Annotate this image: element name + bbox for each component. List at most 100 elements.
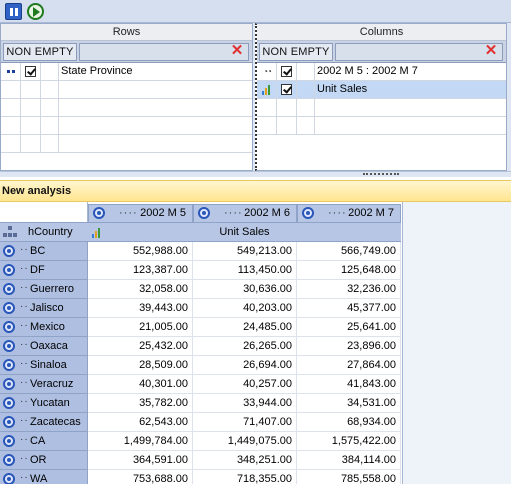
- row-header[interactable]: ·· DF: [0, 261, 88, 280]
- rows-item[interactable]: State Province: [1, 63, 252, 81]
- table-cell[interactable]: 364,591.00: [88, 451, 193, 470]
- table-cell[interactable]: 25,641.00: [297, 318, 401, 337]
- column-header[interactable]: ···· 2002 M 6: [193, 204, 297, 222]
- table-cell[interactable]: 45,377.00: [297, 299, 401, 318]
- drill-icon[interactable]: [93, 207, 105, 219]
- row-header[interactable]: ·· Jalisco: [0, 299, 88, 318]
- columns-filter-field[interactable]: [335, 43, 503, 61]
- rows-filter-field[interactable]: [79, 43, 249, 61]
- table-row: ·· Sinaloa 28,509.00 26,694.00 27,864.00: [0, 356, 402, 375]
- columns-item[interactable]: Unit Sales: [257, 81, 506, 99]
- hierarchy-header[interactable]: hCountry: [0, 222, 88, 242]
- table-cell[interactable]: 718,355.00: [193, 470, 297, 484]
- table-cell[interactable]: 32,236.00: [297, 280, 401, 299]
- column-header[interactable]: ···· 2002 M 5: [88, 204, 193, 222]
- table-cell[interactable]: 26,265.00: [193, 337, 297, 356]
- table-cell[interactable]: 348,251.00: [193, 451, 297, 470]
- columns-empty-row: [257, 99, 506, 117]
- table-row: ·· BC 552,988.00 549,213.00 566,749.00: [0, 242, 402, 261]
- drill-icon[interactable]: [3, 340, 15, 352]
- table-cell[interactable]: 384,114.00: [297, 451, 401, 470]
- columns-delete-icon[interactable]: ✕: [484, 43, 498, 59]
- column-header[interactable]: ···· 2002 M 7: [297, 204, 401, 222]
- table-cell[interactable]: 113,450.00: [193, 261, 297, 280]
- table-cell[interactable]: 40,301.00: [88, 375, 193, 394]
- row-header[interactable]: ·· Oaxaca: [0, 337, 88, 356]
- play-icon[interactable]: [27, 3, 44, 20]
- table-cell[interactable]: 21,005.00: [88, 318, 193, 337]
- table-cell[interactable]: 753,688.00: [88, 470, 193, 484]
- table-cell[interactable]: 34,531.00: [297, 394, 401, 413]
- columns-filter-bar: NON EMPTY ✕: [257, 41, 506, 63]
- table-cell[interactable]: 30,636.00: [193, 280, 297, 299]
- rows-non-empty-button[interactable]: NON EMPTY: [3, 43, 77, 61]
- member-dots: ··: [20, 377, 29, 388]
- panel-splitter[interactable]: [0, 171, 511, 177]
- table-cell[interactable]: 32,058.00: [88, 280, 193, 299]
- table-cell[interactable]: 24,485.00: [193, 318, 297, 337]
- column-header-label: 2002 M 6: [244, 207, 290, 219]
- drill-icon[interactable]: [3, 321, 15, 333]
- table-cell[interactable]: 1,575,422.00: [297, 432, 401, 451]
- table-cell[interactable]: 23,896.00: [297, 337, 401, 356]
- table-cell[interactable]: 123,387.00: [88, 261, 193, 280]
- row-header[interactable]: ·· Veracruz: [0, 375, 88, 394]
- level-icon: [7, 70, 15, 74]
- row-header[interactable]: ·· CA: [0, 432, 88, 451]
- table-cell[interactable]: 41,843.00: [297, 375, 401, 394]
- table-cell[interactable]: 552,988.00: [88, 242, 193, 261]
- table-cell[interactable]: 40,257.00: [193, 375, 297, 394]
- table-cell[interactable]: 71,407.00: [193, 413, 297, 432]
- row-header[interactable]: ·· Guerrero: [0, 280, 88, 299]
- rows-delete-icon[interactable]: ✕: [230, 43, 244, 59]
- table-cell[interactable]: 68,934.00: [297, 413, 401, 432]
- columns-item[interactable]: ◔◔ 2002 M 5 : 2002 M 7: [257, 63, 506, 81]
- row-header[interactable]: ·· Mexico: [0, 318, 88, 337]
- splitter-grip[interactable]: [363, 173, 399, 176]
- row-header[interactable]: ·· OR: [0, 451, 88, 470]
- drill-icon[interactable]: [3, 454, 15, 466]
- table-cell[interactable]: 785,558.00: [297, 470, 401, 484]
- rows-item-checkbox[interactable]: [25, 66, 36, 77]
- measure-header[interactable]: Unit Sales: [88, 222, 401, 242]
- drill-icon[interactable]: [3, 378, 15, 390]
- table-cell[interactable]: 40,203.00: [193, 299, 297, 318]
- drill-icon[interactable]: [3, 245, 15, 257]
- columns-item-checkbox[interactable]: [281, 84, 292, 95]
- table-cell[interactable]: 125,648.00: [297, 261, 401, 280]
- row-header[interactable]: ·· Sinaloa: [0, 356, 88, 375]
- drill-icon[interactable]: [3, 473, 15, 484]
- table-cell[interactable]: 25,432.00: [88, 337, 193, 356]
- drill-icon[interactable]: [3, 283, 15, 295]
- pause-icon[interactable]: [5, 3, 22, 20]
- drill-icon[interactable]: [3, 416, 15, 428]
- table-cell[interactable]: 28,509.00: [88, 356, 193, 375]
- drill-icon[interactable]: [3, 359, 15, 371]
- drill-icon[interactable]: [3, 435, 15, 447]
- table-cell[interactable]: 1,499,784.00: [88, 432, 193, 451]
- member-dots: ··: [20, 320, 29, 331]
- table-cell[interactable]: 1,449,075.00: [193, 432, 297, 451]
- table-cell[interactable]: 566,749.00: [297, 242, 401, 261]
- columns-non-empty-button[interactable]: NON EMPTY: [259, 43, 333, 61]
- analysis-title: New analysis: [2, 185, 72, 197]
- drill-icon[interactable]: [3, 302, 15, 314]
- table-cell[interactable]: 35,782.00: [88, 394, 193, 413]
- table-cell[interactable]: 549,213.00: [193, 242, 297, 261]
- drill-icon[interactable]: [3, 264, 15, 276]
- row-header[interactable]: ·· BC: [0, 242, 88, 261]
- row-header[interactable]: ·· Zacatecas: [0, 413, 88, 432]
- table-cell[interactable]: 27,864.00: [297, 356, 401, 375]
- drill-icon[interactable]: [302, 207, 314, 219]
- columns-item-label: 2002 M 5 : 2002 M 7: [317, 65, 418, 77]
- table-cell[interactable]: 62,543.00: [88, 413, 193, 432]
- row-header[interactable]: ·· Yucatan: [0, 394, 88, 413]
- table-cell[interactable]: 26,694.00: [193, 356, 297, 375]
- member-dots: ··: [20, 396, 29, 407]
- drill-icon[interactable]: [198, 207, 210, 219]
- table-cell[interactable]: 33,944.00: [193, 394, 297, 413]
- row-header[interactable]: ·· WA: [0, 470, 88, 484]
- drill-icon[interactable]: [3, 397, 15, 409]
- columns-item-checkbox[interactable]: [281, 66, 292, 77]
- table-cell[interactable]: 39,443.00: [88, 299, 193, 318]
